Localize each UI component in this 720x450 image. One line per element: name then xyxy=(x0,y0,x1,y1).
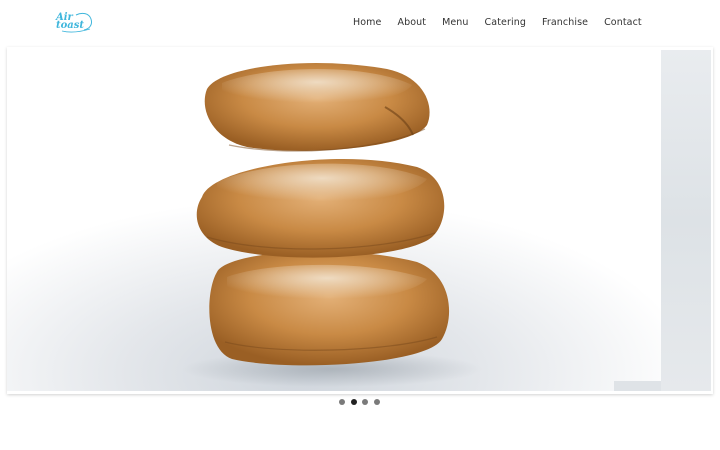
nav-menu[interactable]: Menu xyxy=(442,17,468,28)
site-header: Air toast Home About Menu Catering Franc… xyxy=(0,0,720,47)
main-nav: Home About Menu Catering Franchise Conta… xyxy=(353,17,658,28)
slide-dot-4[interactable] xyxy=(373,399,380,405)
slide-dot-2[interactable] xyxy=(350,399,357,405)
nav-catering[interactable]: Catering xyxy=(485,17,526,28)
slide-dot-3[interactable] xyxy=(362,399,368,405)
slider-pagination xyxy=(339,399,385,405)
air-toast-logo[interactable]: Air toast xyxy=(56,11,94,35)
nav-contact[interactable]: Contact xyxy=(604,17,642,28)
next-slide-preview[interactable] xyxy=(661,50,711,391)
slide-dot-1[interactable] xyxy=(339,399,345,405)
nav-franchise[interactable]: Franchise xyxy=(542,17,588,28)
logo-text: Air toast xyxy=(56,12,85,31)
hero-slider[interactable] xyxy=(7,47,713,394)
nav-about[interactable]: About xyxy=(397,17,426,28)
nav-home[interactable]: Home xyxy=(353,17,381,28)
